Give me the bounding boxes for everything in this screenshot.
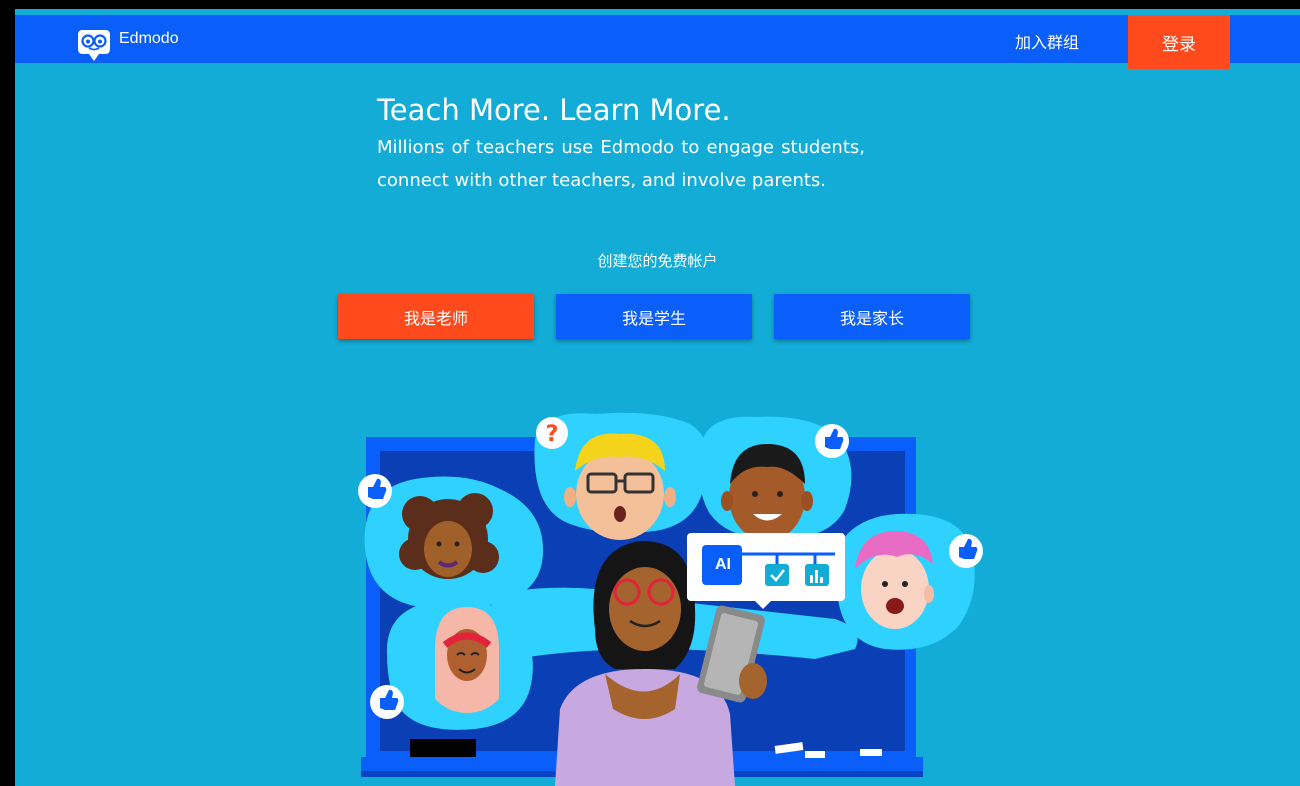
svg-text:?: ? bbox=[546, 422, 559, 447]
page: Edmodo 加入群组 登录 Teach More. Learn More. M… bbox=[15, 9, 1300, 786]
classroom-illustration: ? AI bbox=[358, 412, 983, 786]
question-mark-icon: ? bbox=[536, 417, 568, 449]
dashboard-card-graphic: AI bbox=[687, 533, 845, 609]
student-face-curly-hair bbox=[399, 493, 499, 579]
dashboard-badge-text: AI bbox=[715, 556, 731, 573]
student-face-hijab bbox=[435, 607, 499, 713]
